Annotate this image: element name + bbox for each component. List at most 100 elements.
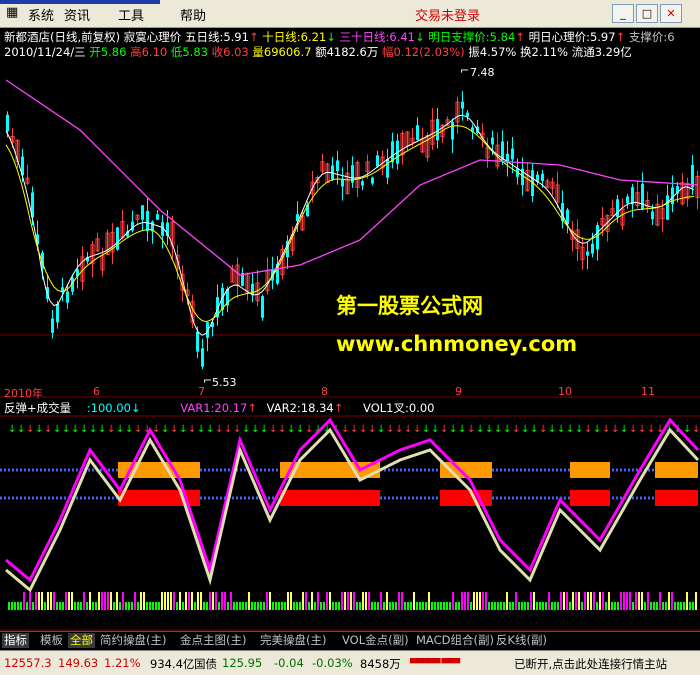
signal-arrow: ↓ xyxy=(449,424,457,435)
signal-arrow: ↓ xyxy=(224,424,232,435)
volume-bar xyxy=(443,602,445,610)
volume-bar xyxy=(23,592,25,610)
volume-bar xyxy=(608,592,610,610)
volume-bar xyxy=(263,602,265,610)
volume-bar xyxy=(533,592,535,610)
volume-bar xyxy=(509,602,511,610)
volume-bar xyxy=(431,602,433,610)
candle-body xyxy=(341,178,344,187)
candle-body xyxy=(376,155,379,167)
signal-arrow: ↓ xyxy=(26,424,34,435)
volume-bar xyxy=(251,602,253,610)
volume-bar xyxy=(122,592,124,610)
volume-bar xyxy=(650,602,652,610)
volume-bar xyxy=(164,592,166,610)
volume-bar xyxy=(65,592,67,610)
volume-bar xyxy=(197,592,199,610)
signal-arrow: ↓ xyxy=(458,424,466,435)
signal-arrow: ↓ xyxy=(305,424,313,435)
volume-bar xyxy=(554,602,556,610)
volume-bar xyxy=(152,602,154,610)
volume-bar xyxy=(110,592,112,610)
volume-bar xyxy=(221,592,223,610)
volume-bar xyxy=(590,592,592,610)
volume-bar xyxy=(26,602,28,610)
signal-arrow: ↓ xyxy=(566,424,574,435)
volume-bar xyxy=(101,592,103,610)
signal-arrow: ↓ xyxy=(521,424,529,435)
signal-arrow: ↓ xyxy=(548,424,556,435)
low-price-marker: 5.53 xyxy=(212,376,237,389)
tab-template[interactable]: 模板 xyxy=(38,633,65,648)
volume-bar xyxy=(287,592,289,610)
volume-bar xyxy=(155,602,157,610)
volume-bar xyxy=(560,592,562,610)
volume-bar xyxy=(455,602,457,610)
indicator-title[interactable]: 反弹+成交量 xyxy=(4,401,71,415)
volume-bar xyxy=(332,602,334,610)
volume-bar xyxy=(644,602,646,610)
watermark-title: 第一股票公式网 xyxy=(336,294,483,318)
tab-reverse-k[interactable]: 反K线(副) xyxy=(494,633,549,648)
signal-arrow: ↓ xyxy=(368,424,376,435)
index-amount: 934.4亿 xyxy=(150,657,195,671)
volume-bar xyxy=(626,592,628,610)
volume-bar xyxy=(269,592,271,610)
connection-status[interactable]: 已断开,点击此处连接行情主站 xyxy=(514,656,667,672)
candle-body xyxy=(51,318,54,333)
signal-arrow: ↓ xyxy=(278,424,286,435)
volume-bar xyxy=(632,602,634,610)
volume-bar xyxy=(146,602,148,610)
volume-bar xyxy=(623,592,625,610)
candle-body xyxy=(141,205,144,220)
volume-bar xyxy=(452,592,454,610)
volume-bar xyxy=(584,592,586,610)
signal-arrow: ↓ xyxy=(17,424,25,435)
signal-arrow: ↓ xyxy=(575,424,583,435)
volume-bar xyxy=(179,592,181,610)
volume-bar xyxy=(416,602,418,610)
volume-bar xyxy=(464,592,466,610)
volume-bar xyxy=(566,592,568,610)
tab-simple[interactable]: 简约操盘(主) xyxy=(98,633,168,648)
volume-bar xyxy=(173,592,175,610)
tab-indicator[interactable]: 指标 xyxy=(2,633,29,648)
tab-vol[interactable]: VOL金点(副) xyxy=(340,633,411,648)
candle-body xyxy=(461,101,464,109)
volume-bar xyxy=(47,592,49,610)
volume-bar xyxy=(83,592,85,610)
signal-arrow: ↓ xyxy=(647,424,655,435)
volume-bar xyxy=(407,602,409,610)
index-value: 12557.3 xyxy=(4,656,52,670)
candle-body xyxy=(416,125,419,141)
volume-bar xyxy=(428,592,430,610)
volume-bar xyxy=(662,602,664,610)
signal-arrow: ↓ xyxy=(467,424,475,435)
tab-perfect[interactable]: 完美操盘(主) xyxy=(258,633,328,648)
volume-bar xyxy=(683,602,685,610)
volume-bar xyxy=(389,602,391,610)
signal-arrow: ↓ xyxy=(62,424,70,435)
candle-body xyxy=(146,210,149,232)
volume-bar xyxy=(527,602,529,610)
volume-bar xyxy=(302,592,304,610)
volume-bar xyxy=(305,592,307,610)
tab-golden[interactable]: 金点主图(主) xyxy=(178,633,248,648)
bond-value: 125.95 xyxy=(222,656,263,670)
signal-bar-red xyxy=(570,490,610,506)
xaxis-label-year: 2010年 xyxy=(4,387,43,400)
volume-bar xyxy=(353,592,355,610)
candle-body xyxy=(56,303,59,323)
signal-arrow: ↓ xyxy=(269,424,277,435)
tab-all[interactable]: 全部 xyxy=(68,633,95,648)
volume-bar xyxy=(563,592,565,610)
signal-arrow: ↓ xyxy=(80,424,88,435)
volume-bar xyxy=(671,592,673,610)
signal-arrow: ↓ xyxy=(98,424,106,435)
volume-bar xyxy=(686,592,688,610)
volume-bar xyxy=(137,602,139,610)
volume-bar xyxy=(116,592,118,610)
volume-bar xyxy=(548,592,550,610)
signal-arrow: ↓ xyxy=(440,424,448,435)
tab-macd[interactable]: MACD组合(副) xyxy=(414,633,496,648)
